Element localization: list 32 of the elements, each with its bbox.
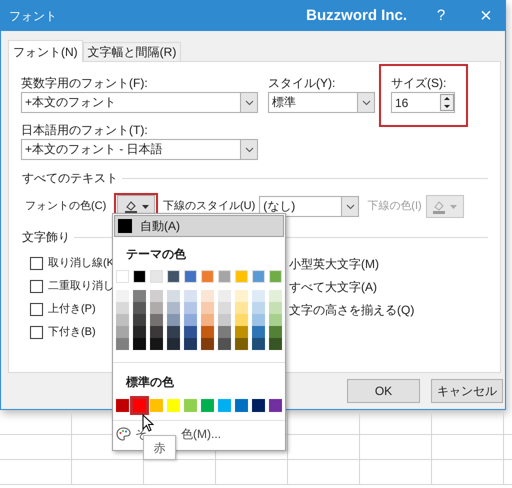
field-label: 日本語用のフォント(T): xyxy=(21,122,149,139)
company-name: Buzzword Inc. xyxy=(306,6,407,26)
section-heading: テーマの色 xyxy=(126,246,187,263)
underline-style-dropdown[interactable]: (なし) xyxy=(259,196,360,217)
tooltip: 赤 xyxy=(143,435,176,460)
checkbox-label: 上付き(P) xyxy=(48,302,96,318)
field-label: スタイル(Y): xyxy=(268,75,336,92)
checkbox-label: 下付き(B) xyxy=(48,325,96,340)
help-button[interactable]: ? xyxy=(431,4,451,28)
checkbox-label: 小型英大文字(M) xyxy=(289,256,380,272)
style-dropdown[interactable]: 標準 xyxy=(268,92,375,113)
tab[interactable]: フォント(N) xyxy=(8,40,83,62)
checkbox-label: 文字の高さを揃える(Q) xyxy=(289,302,414,318)
section-heading: 文字飾り xyxy=(22,229,70,246)
automatic-color-item[interactable]: 自動(A) xyxy=(114,215,284,237)
size-spinner[interactable]: 16 xyxy=(391,92,455,113)
field-label: 下線のスタイル(U) xyxy=(163,199,256,214)
checkbox-label: すべて大文字(A) xyxy=(289,278,378,296)
section-heading: 標準の色 xyxy=(126,374,175,391)
ok-button[interactable]: OK xyxy=(347,379,420,403)
close-button[interactable]: × xyxy=(475,6,497,26)
field-label: サイズ(S): xyxy=(391,75,448,92)
section-heading: すべてのテキスト xyxy=(22,170,118,187)
font-dropdown[interactable]: +本文のフォント xyxy=(21,92,258,113)
field-label: 下線の色(I) xyxy=(367,199,422,214)
font-dropdown[interactable]: +本文のフォント - 日本語 xyxy=(21,139,258,160)
field-label: 英数字用のフォント(F): xyxy=(21,75,149,92)
checkbox-label: 二重取り消し xyxy=(48,279,114,294)
window-title: フォント xyxy=(9,8,57,25)
field-label: フォントの色(C) xyxy=(25,199,108,214)
cancel-button[interactable]: キャンセル xyxy=(431,379,503,403)
tab[interactable]: 文字幅と間隔(R) xyxy=(82,42,182,61)
